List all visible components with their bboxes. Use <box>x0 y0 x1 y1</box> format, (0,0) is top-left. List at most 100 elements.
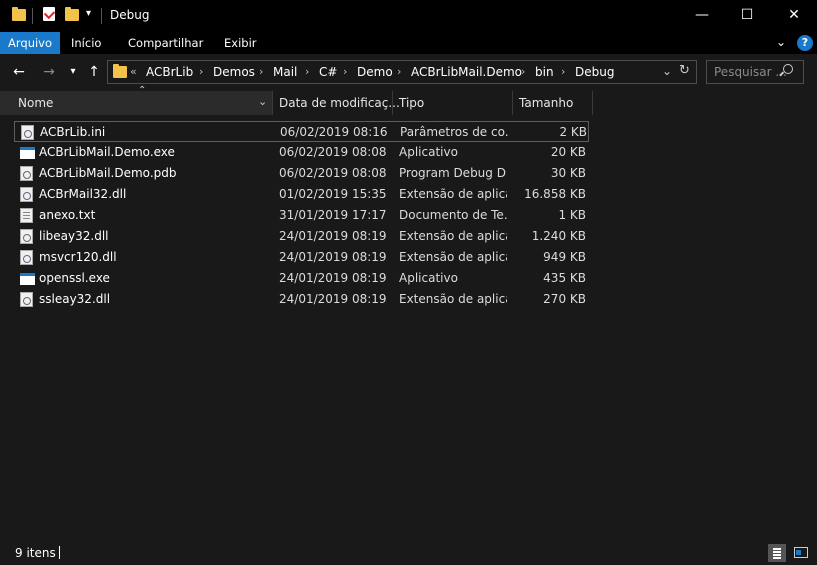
file-date: 06/02/2019 08:08 <box>279 145 387 159</box>
file-date: 24/01/2019 08:19 <box>279 229 387 243</box>
column-divider[interactable] <box>392 91 393 115</box>
window-title: Debug <box>110 8 150 22</box>
file-date: 01/02/2019 15:35 <box>279 187 387 201</box>
file-type: Extensão de aplica... <box>399 229 507 243</box>
file-row[interactable]: ACBrLibMail.Demo.pdb 06/02/2019 08:08 Prog… <box>14 163 589 184</box>
tab-view[interactable]: Exibir <box>216 32 265 54</box>
breadcrumb-debug[interactable]: Debug <box>575 65 614 79</box>
file-size: 20 KB <box>550 145 586 159</box>
toolbar-divider <box>32 8 33 24</box>
breadcrumb-separator: › <box>561 65 566 78</box>
details-view-icon[interactable] <box>768 544 786 562</box>
file-name: ssleay32.dll <box>39 292 111 306</box>
file-type: Aplicativo <box>399 145 458 159</box>
file-type: Aplicativo <box>399 271 458 285</box>
large-icons-view-icon[interactable] <box>792 544 810 562</box>
file-size: 1 KB <box>558 208 586 222</box>
column-header-date[interactable]: Data de modificaç... <box>279 91 400 115</box>
breadcrumb-acbrlib[interactable]: ACBrLib <box>146 65 193 79</box>
file-size: 2 KB <box>559 125 587 139</box>
status-divider <box>59 546 60 559</box>
file-date: 24/01/2019 08:19 <box>279 250 387 264</box>
column-divider[interactable] <box>592 91 593 115</box>
file-name: msvcr120.dll <box>39 250 117 264</box>
file-date: 06/02/2019 08:16 <box>280 125 388 139</box>
file-size: 949 KB <box>543 250 586 264</box>
file-row[interactable]: msvcr120.dll 24/01/2019 08:19 Extensão de … <box>14 247 589 268</box>
column-divider[interactable] <box>272 91 273 115</box>
file-name: ACBrMail32.dll <box>39 187 127 201</box>
file-name: libeay32.dll <box>39 229 109 243</box>
column-filter-icon[interactable]: ⌄ <box>258 95 267 108</box>
sort-ascending-icon: ⌃ <box>138 85 147 96</box>
file-row[interactable]: libeay32.dll 24/01/2019 08:19 Extensão de … <box>14 226 589 247</box>
status-bar <box>0 541 817 565</box>
address-folder-icon <box>113 64 127 78</box>
refresh-icon[interactable]: ↻ <box>679 63 690 78</box>
exe-file-icon <box>20 273 35 285</box>
column-header-size[interactable]: Tamanho <box>519 91 573 115</box>
ini-file-icon <box>21 125 34 140</box>
tab-file[interactable]: Arquivo <box>0 32 61 54</box>
file-name: ACBrLibMail.Demo.pdb <box>39 166 177 180</box>
dll-file-icon <box>20 229 33 244</box>
file-date: 06/02/2019 08:08 <box>279 166 387 180</box>
help-icon[interactable]: ? <box>797 35 813 51</box>
properties-icon[interactable] <box>43 7 56 21</box>
breadcrumb-separator: › <box>343 65 348 78</box>
file-name: ACBrLibMail.Demo.exe <box>39 145 175 159</box>
address-dropdown-icon[interactable]: ⌄ <box>662 64 672 78</box>
file-type: Extensão de aplica... <box>399 187 507 201</box>
maximize-button[interactable]: ☐ <box>724 0 770 32</box>
folder-icon <box>12 7 26 21</box>
breadcrumb-csharp[interactable]: C# <box>319 65 337 79</box>
file-size: 1.240 KB <box>531 229 586 243</box>
breadcrumb-mail[interactable]: Mail <box>273 65 297 79</box>
minimize-button[interactable]: — <box>679 0 725 32</box>
breadcrumb-demo[interactable]: Demo <box>357 65 393 79</box>
file-row[interactable]: ACBrLib.ini 06/02/2019 08:16 Parâmetros de… <box>14 121 589 142</box>
file-type: Documento de Te... <box>399 208 507 222</box>
file-size: 270 KB <box>543 292 586 306</box>
file-row[interactable]: ssleay32.dll 24/01/2019 08:19 Extensão de … <box>14 289 589 310</box>
customize-quick-access-icon[interactable]: ▾ <box>86 8 91 19</box>
breadcrumb-acbrlibmail-demo[interactable]: ACBrLibMail.Demo <box>411 65 522 79</box>
file-type: Parâmetros de co... <box>400 125 508 139</box>
recent-locations-icon[interactable]: ▾ <box>64 62 82 82</box>
file-date: 24/01/2019 08:19 <box>279 292 387 306</box>
breadcrumb-separator: › <box>305 65 310 78</box>
back-arrow-icon[interactable]: ← <box>10 62 28 82</box>
breadcrumb-separator: › <box>259 65 264 78</box>
tab-share[interactable]: Compartilhar <box>120 32 211 54</box>
file-size: 16.858 KB <box>524 187 586 201</box>
breadcrumb-separator: › <box>521 65 526 78</box>
search-placeholder: Pesquisar ... <box>714 65 787 79</box>
close-button[interactable]: ✕ <box>771 0 817 32</box>
item-count: 9 itens <box>15 546 56 560</box>
breadcrumb-separator: › <box>397 65 402 78</box>
breadcrumb-demos[interactable]: Demos <box>213 65 255 79</box>
file-name: anexo.txt <box>39 208 96 222</box>
exe-file-icon <box>20 147 35 159</box>
file-row[interactable]: openssl.exe 24/01/2019 08:19 Aplicativo 435… <box>14 268 589 289</box>
breadcrumb-overflow[interactable]: « <box>130 65 137 78</box>
new-folder-icon[interactable] <box>65 7 79 21</box>
breadcrumb-bin[interactable]: bin <box>535 65 554 79</box>
column-divider[interactable] <box>512 91 513 115</box>
file-size: 435 KB <box>543 271 586 285</box>
dll-file-icon <box>20 250 33 265</box>
txt-file-icon <box>20 208 33 223</box>
breadcrumb-separator: › <box>199 65 204 78</box>
file-name: ACBrLib.ini <box>40 125 106 139</box>
forward-arrow-icon[interactable]: → <box>40 62 58 82</box>
up-arrow-icon[interactable]: ↑ <box>85 62 103 82</box>
file-row[interactable]: ACBrMail32.dll 01/02/2019 15:35 Extensão d… <box>14 184 589 205</box>
tab-home[interactable]: Início <box>63 32 109 54</box>
pdb-file-icon <box>20 166 33 181</box>
file-name: openssl.exe <box>39 271 110 285</box>
column-header-type[interactable]: Tipo <box>399 91 424 115</box>
file-row[interactable]: anexo.txt 31/01/2019 17:17 Documento de Te… <box>14 205 589 226</box>
search-icon[interactable] <box>779 64 793 77</box>
expand-ribbon-icon[interactable]: ⌄ <box>776 35 786 49</box>
file-row[interactable]: ACBrLibMail.Demo.exe 06/02/2019 08:08 Apli… <box>14 142 589 163</box>
